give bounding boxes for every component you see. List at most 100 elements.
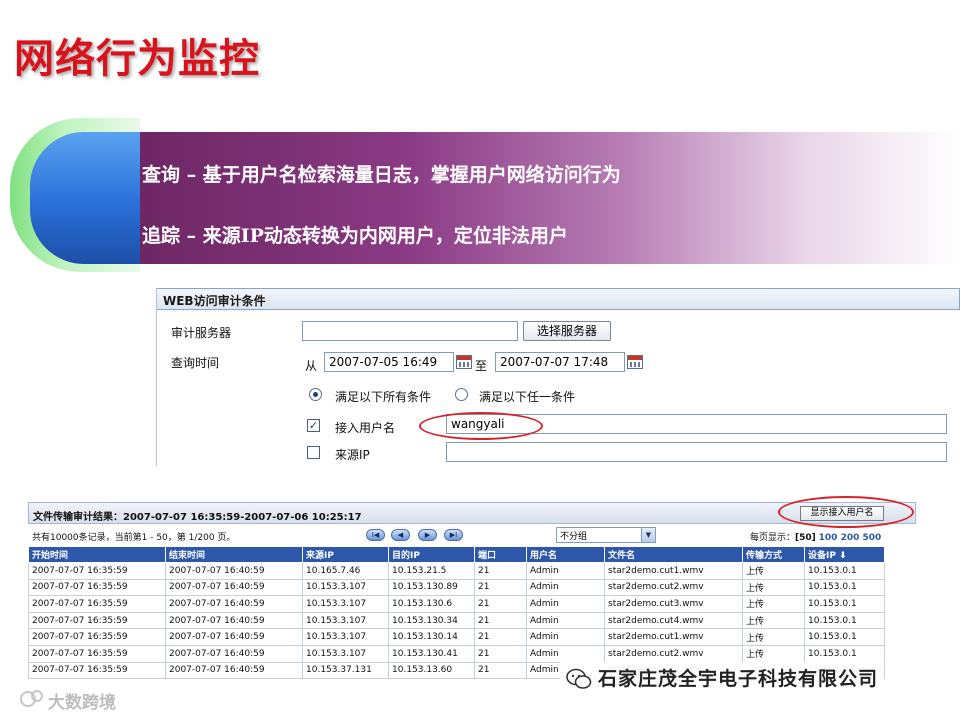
table-cell: 上传 (742, 562, 805, 580)
table-cell: 2007-07-07 16:35:59 (28, 661, 166, 680)
web-audit-conditions-panel: WEB访问审计条件 审计服务器 选择服务器 查询时间 从 至 满足以下所有条件 … (156, 288, 960, 466)
chevron-down-icon: ▼ (641, 528, 655, 542)
table-cell: 21 (474, 562, 527, 580)
next-page-button[interactable]: ▶ (418, 529, 437, 541)
table-cell: 上传 (742, 611, 805, 630)
feature-banner: 查询 – 基于用户名检索海量日志，掌握用户网络访问行为 追踪 – 来源IP动态转… (0, 112, 960, 282)
column-header[interactable]: 设备IP ⬇ (804, 546, 885, 563)
conditions-header: WEB访问审计条件 (157, 288, 960, 310)
column-header[interactable]: 目的IP (388, 546, 475, 563)
table-cell: 上传 (742, 595, 805, 613)
table-cell: 2007-07-07 16:35:59 (28, 628, 166, 646)
last-page-button[interactable]: ▶I (444, 529, 463, 541)
table-cell: 2007-07-07 16:40:59 (165, 628, 303, 646)
table-row[interactable]: 2007-07-07 16:35:59 2007-07-07 16:40:59 10… (28, 578, 885, 597)
company-watermark: 石家庄茂全宇电子科技有限公司 (560, 662, 885, 696)
table-row[interactable]: 2007-07-07 16:35:59 2007-07-07 16:40:59 10… (28, 595, 885, 613)
page-size-options[interactable]: 100 200 500 (819, 533, 882, 543)
column-header[interactable]: 结束时间 (165, 546, 303, 563)
server-label: 审计服务器 (171, 326, 232, 340)
match-all-label: 满足以下所有条件 (335, 390, 432, 404)
table-row[interactable]: 2007-07-07 16:35:59 2007-07-07 16:40:59 10… (28, 611, 885, 630)
table-cell: 2007-07-07 16:35:59 (28, 562, 166, 580)
table-cell: 2007-07-07 16:40:59 (165, 595, 303, 613)
table-cell: Admin (526, 595, 605, 613)
table-cell: 10.153.0.1 (804, 562, 885, 580)
table-cell: 10.153.130.89 (388, 578, 475, 597)
table-cell: 2007-07-07 16:35:59 (28, 611, 166, 630)
table-cell: 2007-07-07 16:40:59 (165, 661, 303, 680)
table-cell: 10.153.13.60 (388, 661, 475, 680)
table-cell: 上传 (742, 644, 805, 663)
table-row[interactable]: 2007-07-07 16:35:59 2007-07-07 16:40:59 10… (28, 628, 885, 646)
column-header[interactable]: 文件名 (604, 546, 743, 563)
highlight-ring (419, 412, 543, 440)
prev-page-button[interactable]: ◀ (391, 529, 410, 541)
table-cell: 21 (474, 595, 527, 613)
column-header[interactable]: 端口 (474, 546, 527, 563)
group-select[interactable]: 不分组 ▼ (556, 527, 656, 543)
company-name: 石家庄茂全宇电子科技有限公司 (598, 668, 879, 690)
results-table: 开始时间 结束时间 来源IP 目的IP 端口 用户名 文件名 传输方式 设备IP ⬇ 2007-… (28, 546, 885, 680)
banner-line-trace: 追踪 – 来源IP动态转换为内网用户，定位非法用户 (142, 225, 568, 247)
table-row[interactable]: 2007-07-07 16:35:59 2007-07-07 16:40:59 10… (28, 644, 885, 663)
table-cell: star2demo.cut1.wmv (604, 562, 743, 580)
table-cell: 21 (474, 628, 527, 646)
table-cell: 21 (474, 611, 527, 630)
column-header[interactable]: 开始时间 (28, 546, 166, 563)
table-cell: Admin (526, 611, 605, 630)
table-cell: 10.153.3.107 (302, 644, 389, 663)
table-cell: 10.165.7.46 (302, 562, 389, 580)
wechat-icon (566, 668, 592, 689)
table-cell: 10.153.21.5 (388, 562, 475, 580)
table-cell: 上传 (742, 578, 805, 597)
results-summary: 共有10000条记录，当前第1 - 50，第 1/200 页。 (32, 533, 236, 543)
match-any-label: 满足以下任一条件 (479, 390, 576, 404)
table-cell: star2demo.cut2.wmv (604, 578, 743, 597)
user-checkbox[interactable]: ✓ (307, 419, 320, 432)
calendar-icon[interactable] (627, 355, 643, 369)
table-cell: 10.153.3.107 (302, 611, 389, 630)
highlight-ring (778, 496, 914, 528)
source-ip-checkbox[interactable] (307, 446, 320, 459)
table-cell: 10.153.3.107 (302, 578, 389, 597)
file-transfer-results-panel: 文件传输审计结果：2007-07-07 16:35:59-2007-07-06 … (28, 496, 916, 680)
first-page-button[interactable]: I◀ (366, 529, 385, 541)
select-server-button[interactable]: 选择服务器 (523, 321, 611, 341)
table-cell: 10.153.0.1 (804, 578, 885, 597)
banner-line-query: 查询 – 基于用户名检索海量日志，掌握用户网络访问行为 (142, 164, 621, 186)
server-input[interactable] (302, 321, 518, 341)
table-cell: 2007-07-07 16:40:59 (165, 611, 303, 630)
to-label: 至 (475, 359, 488, 373)
from-date-input[interactable] (324, 352, 454, 372)
table-cell: 上传 (742, 628, 805, 646)
calendar-icon[interactable] (456, 355, 472, 369)
match-all-radio[interactable] (309, 388, 322, 401)
column-header[interactable]: 传输方式 (742, 546, 805, 563)
table-cell: 10.153.130.41 (388, 644, 475, 663)
column-header[interactable]: 来源IP (302, 546, 389, 563)
table-cell: 2007-07-07 16:35:59 (28, 578, 166, 597)
table-cell: 21 (474, 578, 527, 597)
table-cell: star2demo.cut1.wmv (604, 628, 743, 646)
match-any-radio[interactable] (455, 388, 468, 401)
table-cell: 10.153.0.1 (804, 628, 885, 646)
brand-watermark: 大数跨境 (20, 688, 116, 713)
table-cell: Admin (526, 644, 605, 663)
source-ip-label: 来源IP (335, 448, 370, 462)
table-cell: 21 (474, 644, 527, 663)
table-row[interactable]: 2007-07-07 16:35:59 2007-07-07 16:40:59 10… (28, 562, 885, 580)
table-cell: 10.153.37.131 (302, 661, 389, 680)
user-label: 接入用户名 (335, 421, 396, 435)
brand-logo-icon (20, 690, 43, 707)
table-cell: 10.153.130.34 (388, 611, 475, 630)
table-cell: Admin (526, 562, 605, 580)
table-cell: star2demo.cut3.wmv (604, 595, 743, 613)
column-header[interactable]: 用户名 (526, 546, 605, 563)
table-cell: 2007-07-07 16:35:59 (28, 595, 166, 613)
table-cell: 10.153.0.1 (804, 644, 885, 663)
source-ip-input[interactable] (446, 442, 947, 462)
to-date-input[interactable] (495, 352, 625, 372)
slide-title: 网络行为监控 (14, 36, 260, 82)
page-size-current: [50] (795, 533, 816, 543)
